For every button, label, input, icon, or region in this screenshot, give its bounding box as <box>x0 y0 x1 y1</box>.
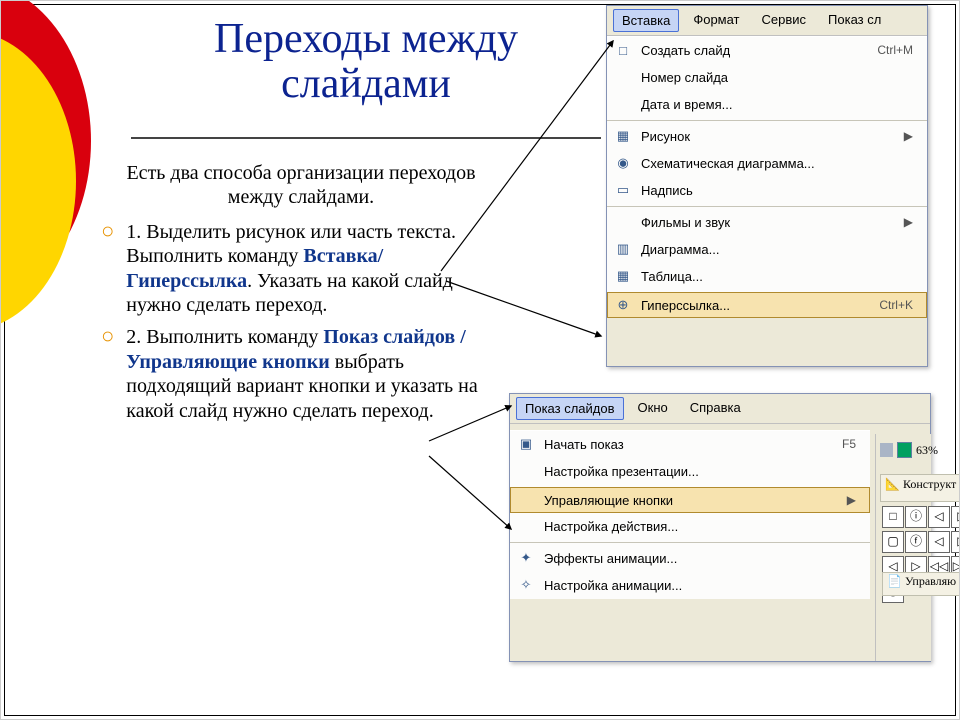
tab-slideshow[interactable]: Показ сл <box>820 9 889 32</box>
menu-item[interactable]: ▦ Рисунок ▶ <box>607 120 927 150</box>
insert-menubar: Вставка Формат Сервис Показ сл <box>607 6 927 36</box>
tab-service[interactable]: Сервис <box>754 9 815 32</box>
menu-item-shortcut: ▶ <box>904 215 913 229</box>
menu-item[interactable]: ▣ Начать показ F5 <box>510 431 870 458</box>
color-swatch[interactable] <box>897 442 912 458</box>
menu-item-label: Эффекты анимации... <box>544 551 856 566</box>
menu-item-label: Рисунок <box>641 129 896 144</box>
action-button[interactable]: ▢ <box>882 531 904 553</box>
menu-item-icon <box>613 68 633 86</box>
menu-item-shortcut: Ctrl+K <box>879 298 913 312</box>
menu-item[interactable]: ⊕ Гиперссылка... Ctrl+K <box>607 292 927 318</box>
menu-item-icon: ▦ <box>613 127 633 145</box>
menu-item-label: Настройка презентации... <box>544 464 856 479</box>
menu-item-icon <box>516 517 536 535</box>
menu-item[interactable]: ◉ Схематическая диаграмма... <box>607 150 927 177</box>
menu-item-label: Схематическая диаграмма... <box>641 156 913 171</box>
menu-item-icon: ✧ <box>516 576 536 594</box>
menu-item-icon: ▣ <box>516 435 536 453</box>
menu-item-icon: □ <box>613 41 633 59</box>
tab-help[interactable]: Справка <box>682 397 749 420</box>
menu-item-shortcut: Ctrl+M <box>877 43 913 57</box>
menu-item-icon <box>516 491 536 509</box>
designer-label: Конструкт <box>903 477 956 491</box>
bullet-icon: ○ <box>101 325 114 423</box>
designer-button[interactable]: 📐 Конструкт <box>880 474 960 502</box>
menu-item[interactable]: ▦ Таблица... <box>607 263 927 290</box>
action-button[interactable]: □ <box>882 506 904 528</box>
action-button[interactable]: ▷ <box>951 506 960 528</box>
menu-item-icon <box>613 95 633 113</box>
insert-menu-panel: Вставка Формат Сервис Показ сл □ Создать … <box>606 5 928 367</box>
tab-window[interactable]: Окно <box>630 397 676 420</box>
menu-item[interactable]: Номер слайда <box>607 64 927 91</box>
menu-item-shortcut: ▶ <box>847 493 856 507</box>
list-item: ○ 1. Выделить рисунок или часть текста. … <box>101 220 501 318</box>
menu-item[interactable]: ▥ Диаграмма... <box>607 236 927 263</box>
slide-title: Переходы между слайдами <box>131 17 601 108</box>
menu-item-icon: ✦ <box>516 549 536 567</box>
list-item: ○ 2. Выполнить команду Показ слайдов / У… <box>101 325 501 423</box>
menu-item-label: Фильмы и звук <box>641 215 896 230</box>
menu-item[interactable]: ▭ Надпись <box>607 177 927 204</box>
bullet-icon: ○ <box>101 220 114 318</box>
action-buttons-label[interactable]: 📄 Управляю <box>882 572 960 596</box>
action-button[interactable]: ⓕ <box>905 531 927 553</box>
slideshow-menu-panel: Показ слайдов Окно Справка ▣ Начать показ… <box>509 393 931 662</box>
action-button[interactable]: ◁ <box>928 531 950 553</box>
body-text: Есть два способа организации переходов м… <box>101 161 501 423</box>
menu-item-icon: ⊕ <box>613 296 633 314</box>
menu-item-label: Надпись <box>641 183 913 198</box>
menu-item-icon: ▭ <box>613 181 633 199</box>
menu-item-label: Таблица... <box>641 269 913 284</box>
menu-item-icon <box>516 462 536 480</box>
menu-item-label: Диаграмма... <box>641 242 913 257</box>
item1-num: 1. <box>126 221 146 243</box>
menu-item-icon: ◉ <box>613 154 633 172</box>
menu-item-label: Дата и время... <box>641 97 913 112</box>
menu-item-icon <box>613 213 633 231</box>
menu-item[interactable]: Настройка презентации... <box>510 458 870 485</box>
menu-item[interactable]: □ Создать слайд Ctrl+M <box>607 37 927 64</box>
menu-item-label: Настройка анимации... <box>544 578 856 593</box>
tab-slideshow[interactable]: Показ слайдов <box>516 397 624 420</box>
item2-num: 2. <box>126 326 146 348</box>
title-rule <box>131 137 601 139</box>
menu-item[interactable]: Настройка действия... <box>510 513 870 540</box>
zoom-value[interactable]: 63% <box>916 443 938 458</box>
menu-item[interactable]: Управляющие кнопки ▶ <box>510 487 870 513</box>
aa-icon[interactable] <box>880 443 893 457</box>
menu-item-shortcut: F5 <box>842 437 856 451</box>
menu-item[interactable]: Дата и время... <box>607 91 927 118</box>
menu-item[interactable]: Фильмы и звук ▶ <box>607 206 927 236</box>
item2-a: Выполнить команду <box>146 326 323 348</box>
menu-item[interactable]: ✧ Настройка анимации... <box>510 572 870 599</box>
action-buttons-text: Управляю <box>905 574 956 588</box>
menu-item-label: Управляющие кнопки <box>544 493 839 508</box>
tab-insert[interactable]: Вставка <box>613 9 679 32</box>
menu-item-label: Номер слайда <box>641 70 913 85</box>
menu-item[interactable]: ✦ Эффекты анимации... <box>510 542 870 572</box>
menu-item-icon: ▥ <box>613 240 633 258</box>
action-button[interactable]: ⓘ <box>905 506 927 528</box>
menu-item-label: Настройка действия... <box>544 519 856 534</box>
action-button[interactable]: ▷ <box>951 531 960 553</box>
item1-a: Выделить рисунок или часть текста. Выпол… <box>126 221 456 267</box>
action-button[interactable]: ◁ <box>928 506 950 528</box>
tab-format[interactable]: Формат <box>685 9 747 32</box>
show-menubar: Показ слайдов Окно Справка <box>510 394 930 424</box>
menu-item-shortcut: ▶ <box>904 129 913 143</box>
lead-text: Есть два способа организации переходов м… <box>101 161 501 210</box>
menu-item-icon: ▦ <box>613 267 633 285</box>
zoom-toolbar: 63% <box>880 434 938 466</box>
menu-item-label: Начать показ <box>544 437 834 452</box>
menu-item-label: Создать слайд <box>641 43 869 58</box>
menu-item-label: Гиперссылка... <box>641 298 871 313</box>
